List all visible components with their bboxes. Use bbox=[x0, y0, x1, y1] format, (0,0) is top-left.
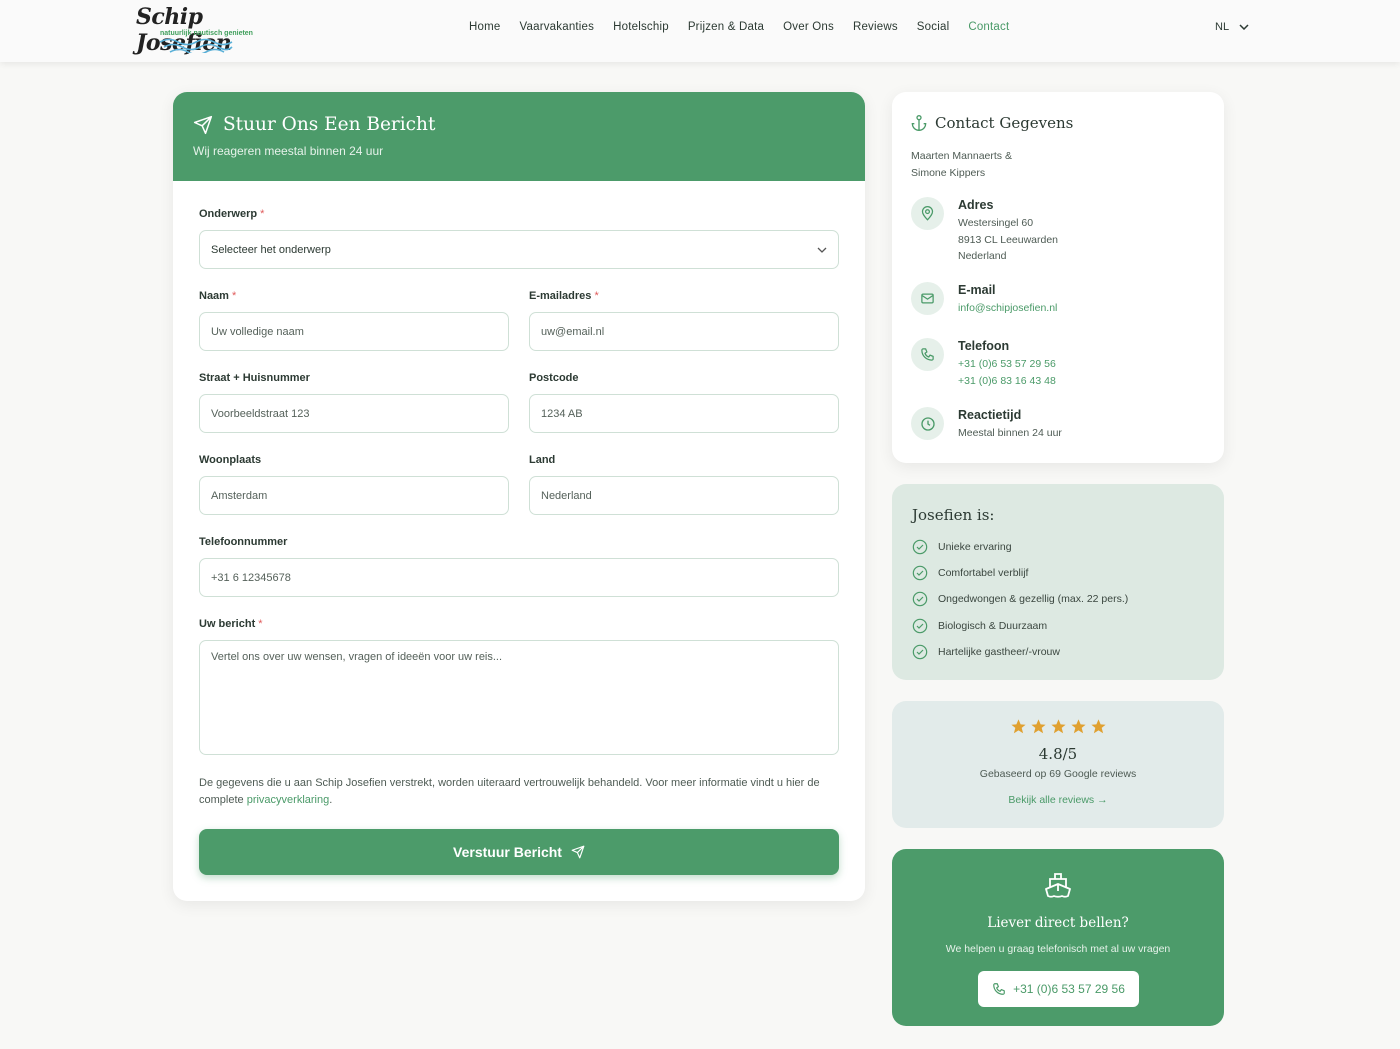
address-line3: Nederland bbox=[958, 250, 1007, 262]
anchor-icon bbox=[911, 114, 927, 132]
star-icon bbox=[1090, 719, 1106, 734]
feature-item: Biologisch & Duurzaam bbox=[912, 618, 1047, 634]
send-icon bbox=[193, 115, 213, 134]
clock-icon bbox=[920, 416, 935, 431]
email-heading: E-mail bbox=[958, 283, 996, 297]
review-count: Gebaseerd op 69 Google reviews bbox=[979, 768, 1137, 780]
postcode-label: Postcode bbox=[529, 372, 579, 384]
response-time-item: Reactietijd Meestal binnen 24 uur bbox=[911, 407, 1062, 442]
submit-button[interactable]: Verstuur Bericht bbox=[199, 829, 839, 875]
features-title: Josefien is: bbox=[912, 506, 995, 524]
country-label: Land bbox=[529, 454, 556, 466]
logo[interactable]: Schip Josefien natuurlijk nautisch genie… bbox=[136, 4, 264, 56]
phone-item: Telefoon +31 (0)6 53 57 29 56 +31 (0)6 83… bbox=[911, 338, 1056, 389]
street-label: Straat + Huisnummer bbox=[199, 372, 310, 384]
star-rating bbox=[892, 718, 1224, 735]
phone-icon bbox=[993, 983, 1005, 995]
check-circle-icon bbox=[912, 644, 928, 660]
features-card: Josefien is: Unieke ervaring Comfortabel… bbox=[892, 484, 1224, 680]
language-selector[interactable]: NL bbox=[1215, 21, 1249, 33]
nav-reviews[interactable]: Reviews bbox=[853, 21, 898, 33]
star-icon bbox=[1050, 719, 1066, 734]
chevron-down-icon bbox=[817, 247, 827, 253]
message-textarea[interactable]: Vertel ons over uw wensen, vragen of ide… bbox=[199, 640, 839, 755]
name-label: Naam * bbox=[199, 290, 237, 302]
contact-names: Maarten Mannaerts & Simone Kippers bbox=[911, 150, 1012, 179]
subject-select[interactable]: Selecteer het onderwerp bbox=[199, 230, 839, 269]
name-input[interactable]: Uw volledige naam bbox=[199, 312, 509, 351]
check-circle-icon bbox=[912, 565, 928, 581]
call-button-label: +31 (0)6 53 57 29 56 bbox=[1013, 982, 1125, 996]
contact-details-card: Contact Gegevens Maarten Mannaerts & Sim… bbox=[892, 92, 1224, 463]
feature-item: Comfortabel verblijf bbox=[912, 565, 1028, 581]
nav-home[interactable]: Home bbox=[469, 21, 500, 33]
feature-item: Hartelijke gastheer/-vrouw bbox=[912, 644, 1060, 660]
feature-item: Ongedwongen & gezellig (max. 22 pers.) bbox=[912, 591, 1128, 607]
contact-form-card: Stuur Ons Een Bericht Wij reageren meest… bbox=[173, 92, 865, 901]
nav-hotelschip[interactable]: Hotelschip bbox=[613, 21, 669, 33]
country-input[interactable]: Nederland bbox=[529, 476, 839, 515]
review-score: 4.8/5 bbox=[1038, 745, 1078, 763]
nav-over-ons[interactable]: Over Ons bbox=[783, 21, 834, 33]
privacy-notice: De gegevens die u aan Schip Josefien ver… bbox=[199, 777, 820, 806]
phone-input[interactable]: +31 6 12345678 bbox=[199, 558, 839, 597]
privacy-link[interactable]: privacyverklaring bbox=[247, 794, 330, 806]
call-subtitle: We helpen u graag telefonisch met al uw … bbox=[945, 943, 1171, 955]
star-icon bbox=[1030, 719, 1046, 734]
site-header: Schip Josefien natuurlijk nautisch genie… bbox=[0, 0, 1400, 62]
waves-icon bbox=[159, 38, 233, 53]
main-nav: Home Vaarvakanties Hotelschip Prijzen & … bbox=[469, 21, 1028, 33]
reviews-card: 4.8/5 Gebaseerd op 69 Google reviews Bek… bbox=[892, 701, 1224, 828]
email-input[interactable]: uw@email.nl bbox=[529, 312, 839, 351]
map-pin-icon bbox=[921, 206, 934, 221]
submit-label: Verstuur Bericht bbox=[453, 844, 562, 860]
call-title: Liever direct bellen? bbox=[987, 915, 1129, 931]
address-heading: Adres bbox=[958, 198, 994, 212]
email-label: E-mailadres * bbox=[529, 290, 599, 302]
phone-label: Telefoonnummer bbox=[199, 536, 288, 548]
phone-heading: Telefoon bbox=[958, 339, 1010, 353]
nav-contact[interactable]: Contact bbox=[968, 21, 1009, 33]
nav-social[interactable]: Social bbox=[917, 21, 950, 33]
address-line2: 8913 CL Leeuwarden bbox=[958, 233, 1059, 246]
subject-select-value: Selecteer het onderwerp bbox=[211, 243, 331, 256]
nav-vaarvakanties[interactable]: Vaarvakanties bbox=[519, 21, 594, 33]
star-icon bbox=[1070, 719, 1086, 734]
check-circle-icon bbox=[912, 591, 928, 607]
call-card: Liever direct bellen? We helpen u graag … bbox=[892, 849, 1224, 1026]
check-circle-icon bbox=[912, 539, 928, 555]
city-input[interactable]: Amsterdam bbox=[199, 476, 509, 515]
address-line1: Westersingel 60 bbox=[958, 217, 1034, 229]
feature-item: Unieke ervaring bbox=[912, 539, 1012, 555]
city-label: Woonplaats bbox=[199, 454, 262, 466]
logo-tagline: natuurlijk nautisch genieten bbox=[160, 30, 253, 37]
phone-icon bbox=[921, 348, 934, 361]
subject-label: Onderwerp * bbox=[199, 208, 265, 220]
phone-link-1[interactable]: +31 (0)6 53 57 29 56 bbox=[958, 356, 1056, 373]
response-value: Meestal binnen 24 uur bbox=[958, 427, 1062, 439]
message-label: Uw bericht * bbox=[199, 618, 263, 630]
mail-icon bbox=[921, 293, 934, 304]
nav-prijzen-data[interactable]: Prijzen & Data bbox=[688, 21, 764, 33]
call-button[interactable]: +31 (0)6 53 57 29 56 bbox=[978, 971, 1139, 1007]
language-label: NL bbox=[1215, 21, 1230, 33]
address-item: Adres Westersingel 60 8913 CL Leeuwarden N… bbox=[911, 197, 1058, 265]
email-link[interactable]: info@schipjosefien.nl bbox=[958, 300, 1057, 317]
response-heading: Reactietijd bbox=[958, 408, 1022, 422]
star-icon bbox=[1010, 719, 1026, 734]
all-reviews-link[interactable]: Bekijk alle reviews → bbox=[892, 794, 1224, 806]
form-header: Stuur Ons Een Bericht Wij reageren meest… bbox=[173, 92, 865, 181]
form-title: Stuur Ons Een Bericht bbox=[223, 114, 436, 135]
form-subtitle: Wij reageren meestal binnen 24 uur bbox=[193, 144, 384, 158]
email-item: E-mail info@schipjosefien.nl bbox=[911, 282, 1057, 317]
send-icon bbox=[571, 845, 585, 859]
phone-link-2[interactable]: +31 (0)6 83 16 43 48 bbox=[958, 373, 1056, 390]
chevron-down-icon bbox=[1239, 24, 1249, 30]
contact-title: Contact Gegevens bbox=[935, 114, 1074, 132]
ship-icon bbox=[1045, 873, 1071, 898]
street-input[interactable]: Voorbeeldstraat 123 bbox=[199, 394, 509, 433]
postcode-input[interactable]: 1234 AB bbox=[529, 394, 839, 433]
check-circle-icon bbox=[912, 618, 928, 634]
